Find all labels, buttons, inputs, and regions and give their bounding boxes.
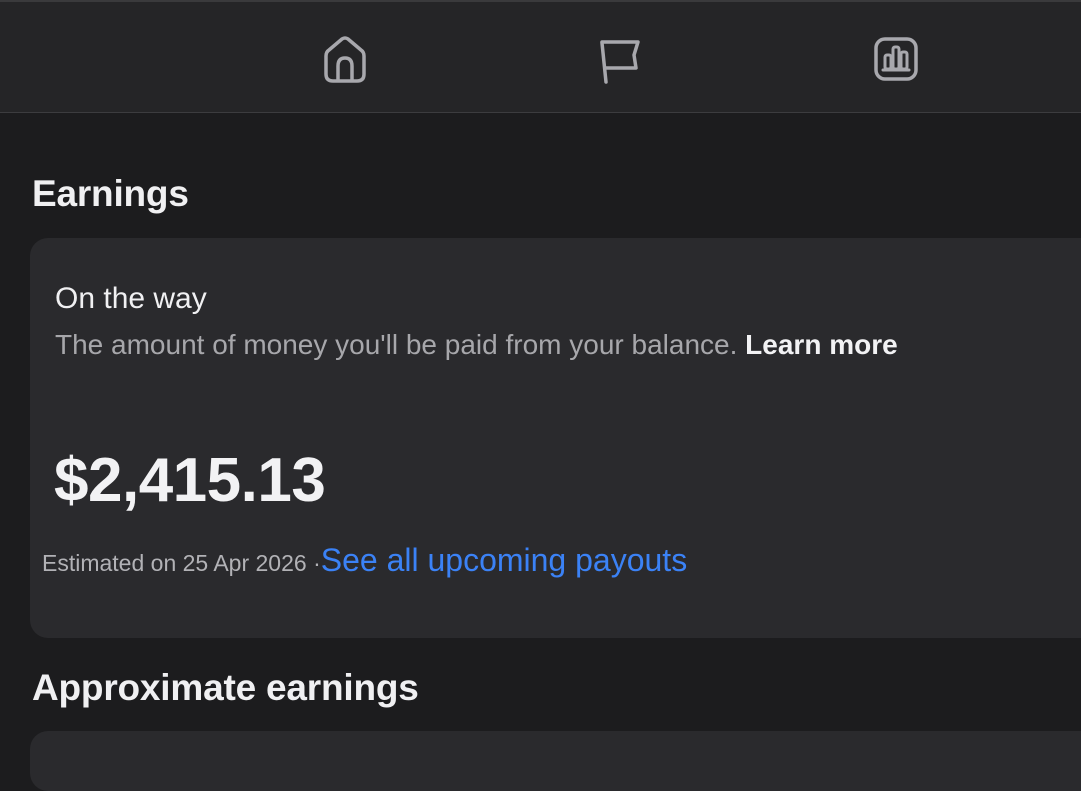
approximate-earnings-title: Approximate earnings	[32, 667, 419, 708]
flag-icon	[600, 40, 640, 84]
see-all-upcoming-payouts-link[interactable]: See all upcoming payouts	[321, 542, 687, 578]
on-the-way-amount: $2,415.13	[54, 446, 326, 515]
learn-more-link[interactable]: Learn more	[745, 329, 898, 360]
on-the-way-description-row: The amount of money you'll be paid from …	[55, 331, 898, 359]
nav-stats-button[interactable]	[871, 34, 921, 84]
on-the-way-card: On the way The amount of money you'll be…	[30, 238, 1081, 638]
nav-flag-button[interactable]	[595, 34, 645, 84]
estimated-date-text: Estimated on 25 Apr 2026 ·	[42, 550, 321, 576]
on-the-way-heading: On the way	[55, 282, 207, 315]
bar-chart-icon	[874, 37, 918, 81]
approximate-earnings-card	[30, 731, 1081, 791]
estimate-row: Estimated on 25 Apr 2026 ·See all upcomi…	[42, 544, 687, 576]
earnings-title: Earnings	[32, 173, 189, 214]
top-nav-bar	[0, 0, 1081, 113]
home-icon	[324, 36, 366, 83]
nav-home-button[interactable]	[320, 34, 370, 84]
on-the-way-description: The amount of money you'll be paid from …	[55, 329, 738, 360]
